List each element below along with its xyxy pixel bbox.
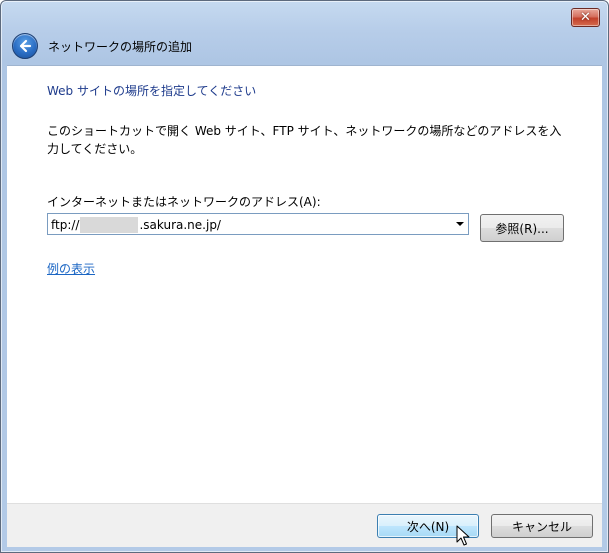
back-button[interactable] (12, 33, 38, 59)
content-panel: Web サイトの場所を指定してください このショートカットで開く Web サイト… (7, 65, 602, 503)
address-label: インターネットまたはネットワークのアドレス(A): (47, 195, 321, 209)
page-title: Web サイトの場所を指定してください (47, 84, 257, 98)
chevron-down-icon[interactable] (456, 222, 464, 226)
address-prefix: ftp:// (51, 218, 80, 232)
cancel-button[interactable]: キャンセル (491, 514, 593, 538)
dialog-title: ネットワークの場所の追加 (48, 39, 193, 54)
dialog-header: ネットワークの場所の追加 (7, 30, 602, 62)
description-text: このショートカットで開く Web サイト、FTP サイト、ネットワークの場所など… (47, 124, 562, 156)
back-arrow-icon (19, 39, 32, 53)
address-value: ftp:// .sakura.ne.jp/ (51, 217, 221, 233)
address-combobox[interactable]: ftp:// .sakura.ne.jp/ (47, 213, 469, 235)
examples-link[interactable]: 例の表示 (47, 260, 95, 277)
close-icon: ✕ (580, 10, 591, 25)
redacted-host (80, 217, 139, 233)
close-button[interactable]: ✕ (571, 8, 600, 27)
address-suffix: .sakura.ne.jp/ (139, 218, 221, 232)
dialog-window: ✕ ネットワークの場所の追加 Web サイトの場所を指定してください このショー… (0, 0, 609, 553)
dialog-footer: 次へ(N) キャンセル (7, 503, 602, 547)
mouse-pointer-icon (456, 525, 470, 546)
browse-button[interactable]: 参照(R)... (480, 214, 564, 242)
